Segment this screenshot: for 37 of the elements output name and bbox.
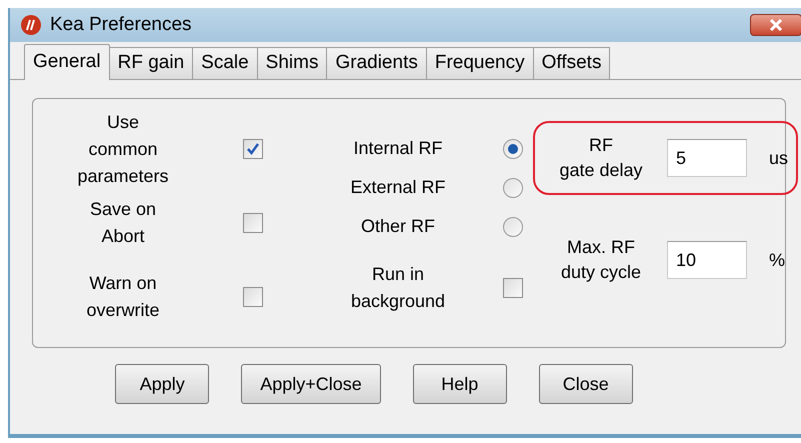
radio-button[interactable]: [503, 138, 523, 158]
tab[interactable]: Offsets: [534, 47, 610, 79]
tab[interactable]: General: [24, 44, 110, 80]
close-icon: [769, 19, 783, 31]
input-field[interactable]: 10: [667, 241, 747, 279]
option-label: Run in background: [350, 263, 446, 313]
field-label: RF: [589, 134, 613, 157]
field-label: Max. RF: [566, 236, 635, 259]
dialog-button[interactable]: Apply+Close: [241, 364, 381, 404]
checkbox[interactable]: [243, 213, 263, 233]
dialog-button[interactable]: Help: [412, 364, 507, 404]
radio-label: Internal RF: [352, 137, 444, 160]
field-label: gate delay: [559, 159, 643, 182]
radio-button[interactable]: [503, 178, 523, 198]
radio-label: External RF: [349, 176, 447, 199]
tab[interactable]: RF gain: [110, 47, 194, 79]
window-title: Kea Preferences: [50, 12, 192, 37]
dialog-button[interactable]: Apply: [115, 364, 210, 404]
app-logo-icon: [20, 14, 42, 36]
tab[interactable]: Scale: [193, 47, 258, 79]
option-label: Save on Abort: [88, 198, 158, 248]
unit-label: us: [769, 146, 788, 170]
input-field[interactable]: 5: [667, 139, 747, 177]
radio-button[interactable]: [503, 216, 523, 236]
option-label: Use common parameters: [76, 110, 170, 188]
checkbox[interactable]: [243, 287, 263, 307]
dialog-button[interactable]: Close: [538, 364, 633, 404]
radio-label: Other RF: [360, 215, 436, 238]
tab[interactable]: Shims: [258, 47, 328, 79]
tab[interactable]: Gradients: [327, 47, 427, 79]
checkbox[interactable]: [243, 139, 263, 159]
tab[interactable]: Frequency: [426, 47, 534, 79]
field-label: duty cycle: [560, 261, 642, 284]
unit-label: %: [769, 248, 786, 272]
checkbox[interactable]: [503, 278, 523, 298]
option-label: Warn on overwrite: [85, 272, 161, 322]
close-button[interactable]: [750, 14, 801, 36]
